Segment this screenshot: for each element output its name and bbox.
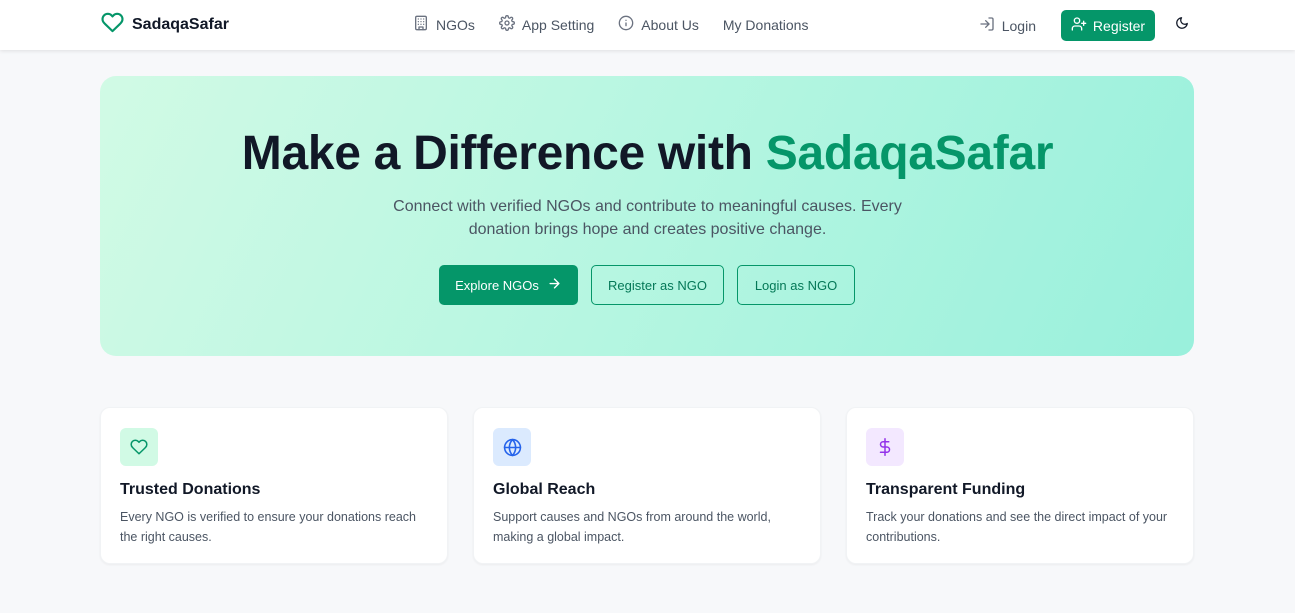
feature-card-transparent-funding: Transparent Funding Track your donations…: [846, 407, 1194, 564]
heart-icon: [100, 11, 125, 39]
nav-actions: Login Register: [979, 10, 1195, 41]
register-label: Register: [1092, 17, 1146, 34]
nav-link-label: My Donations: [722, 16, 809, 33]
hero-title-accent: SadaqaSafar: [765, 127, 1054, 180]
login-as-ngo-button[interactable]: Login as NGO: [737, 265, 855, 305]
login-icon: [979, 16, 995, 35]
nav-link-about-us[interactable]: About Us: [618, 15, 699, 34]
feature-title: Trusted Donations: [120, 481, 261, 498]
feature-description: Support causes and NGOs from around the …: [493, 510, 771, 544]
navbar: SadaqaSafar NGOs App Setting About Us My…: [0, 0, 1295, 50]
register-button[interactable]: Register: [1061, 10, 1155, 41]
nav-link-ngos[interactable]: NGOs: [413, 15, 475, 34]
feature-description: Every NGO is verified to ensure your don…: [120, 510, 416, 544]
explore-ngos-button[interactable]: Explore NGOs: [439, 265, 578, 305]
theme-toggle-button[interactable]: [1169, 13, 1195, 39]
brand-name: SadaqaSafar: [132, 16, 229, 33]
brand-logo-link[interactable]: SadaqaSafar: [100, 12, 229, 38]
hero-actions: Explore NGOs Register as NGO Login as NG…: [439, 265, 855, 305]
user-plus-icon: [1071, 16, 1087, 35]
hero-title-main: Make a Difference with: [241, 127, 766, 180]
explore-ngos-label: Explore NGOs: [455, 277, 539, 293]
moon-icon: [1175, 16, 1189, 35]
building-icon: [413, 15, 429, 34]
login-label: Login: [1001, 17, 1036, 34]
nav-link-label: About Us: [641, 16, 699, 33]
feature-title: Transparent Funding: [866, 481, 1026, 498]
gear-icon: [498, 15, 515, 34]
register-as-ngo-button[interactable]: Register as NGO: [591, 265, 724, 305]
hero-title: Make a Difference with SadaqaSafar: [0, 125, 1295, 183]
arrow-right-icon: [547, 276, 562, 294]
login-link[interactable]: Login: [979, 16, 1036, 35]
nav-link-app-setting[interactable]: App Setting: [498, 15, 595, 34]
heart-icon: [120, 428, 158, 466]
nav-link-label: NGOs: [436, 16, 475, 33]
feature-card-trusted-donations: Trusted Donations Every NGO is verified …: [100, 407, 448, 564]
hero-subtitle: Connect with verified NGOs and contribut…: [393, 198, 902, 238]
main-nav: NGOs App Setting About Us My Donations: [413, 15, 808, 34]
dollar-icon: [866, 428, 904, 466]
feature-card-global-reach: Global Reach Support causes and NGOs fro…: [473, 407, 821, 564]
globe-icon: [493, 428, 531, 466]
feature-description: Track your donations and see the direct …: [866, 510, 1168, 544]
nav-link-label: App Setting: [521, 16, 595, 33]
nav-link-my-donations[interactable]: My Donations: [723, 17, 809, 33]
info-icon: [618, 15, 634, 34]
feature-title: Global Reach: [493, 481, 596, 498]
